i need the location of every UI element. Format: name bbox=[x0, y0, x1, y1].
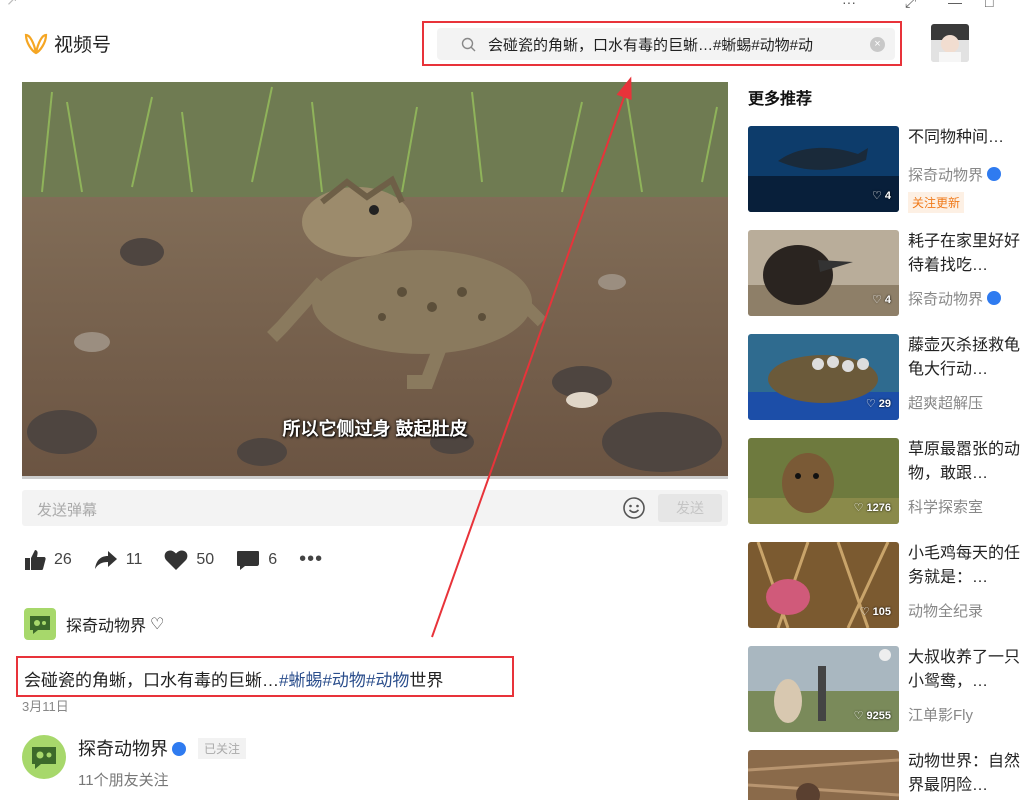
recommend-likes: ♡ 105 bbox=[859, 606, 891, 618]
recommend-item[interactable]: ♡ 9255 大叔收养了一只小鸳鸯，… 江单影Fly bbox=[748, 646, 1024, 732]
recommend-likes: ♡ 1276 bbox=[853, 502, 891, 514]
follow-update-badge: 关注更新 bbox=[908, 192, 965, 213]
video-player[interactable]: 所以它侧过身 鼓起肚皮 bbox=[22, 82, 728, 477]
verified-icon bbox=[172, 742, 186, 756]
share-arrow-icon bbox=[94, 550, 117, 569]
like-button[interactable]: 26 bbox=[24, 549, 72, 571]
send-danmu-button[interactable]: 发送 bbox=[658, 494, 722, 522]
recommend-author: 探奇动物界 bbox=[908, 164, 1002, 185]
menu-icon[interactable]: ··· bbox=[842, 0, 856, 10]
comment-icon bbox=[237, 550, 260, 570]
recommend-thumbnail: ♡ 105 bbox=[748, 542, 899, 628]
recommend-thumbnail: ♡ 1276 bbox=[748, 438, 899, 524]
danmu-input[interactable]: 发送弹幕 bbox=[37, 499, 97, 520]
recommend-thumbnail: ♡ 9255 bbox=[748, 646, 899, 732]
minimize-icon[interactable]: — bbox=[948, 0, 962, 10]
comment-count: 6 bbox=[268, 550, 278, 568]
recommend-title-text: 大叔收养了一只小鸳鸯，… bbox=[908, 649, 1021, 690]
recommend-author: 动物全纪录 bbox=[908, 603, 984, 620]
app-logo[interactable]: 视频号 bbox=[24, 30, 111, 57]
recommend-likes: ♡ 4 bbox=[871, 190, 891, 202]
recommend-title-text: 耗子在家里好好待着找吃… bbox=[908, 233, 1021, 274]
fullscreen-icon[interactable]: ⤢ bbox=[905, 0, 916, 11]
post-date: 3月11日 bbox=[22, 699, 69, 714]
recommend-author: 超爽超解压 bbox=[908, 395, 984, 412]
recommend-title-text: 藤壶灭杀拯救龟龟大行动… bbox=[908, 337, 1021, 378]
recommend-item[interactable]: 动物世界：自然界最阴险… bbox=[748, 750, 1024, 800]
author-row[interactable]: 探奇动物界 ♡ bbox=[24, 608, 164, 640]
maximize-icon[interactable]: □ bbox=[985, 0, 993, 10]
heart-icon bbox=[165, 549, 188, 570]
emoji-icon[interactable] bbox=[622, 496, 646, 520]
recommend-title-text: 草原最嚣张的动物，敢跟… bbox=[908, 441, 1021, 482]
favorite-button[interactable]: 50 bbox=[164, 549, 214, 571]
recommend-likes: ♡ 4 bbox=[871, 294, 891, 306]
video-subtitle: 所以它侧过身 鼓起肚皮 bbox=[282, 419, 468, 439]
recommend-title: 更多推荐 bbox=[748, 91, 813, 108]
followed-button[interactable]: 已关注 bbox=[198, 738, 247, 759]
author-avatar-icon bbox=[24, 608, 56, 640]
recommend-title-text: 动物世界：自然界最阴险… bbox=[908, 753, 1021, 794]
recommend-thumbnail: ♡ 4 bbox=[748, 126, 899, 212]
description-text: 会碰瓷的角蜥，口水有毒的巨蜥… bbox=[24, 671, 279, 690]
favorite-count: 50 bbox=[196, 550, 215, 568]
recommend-title-text: 小毛鸡每天的任务就是：… bbox=[908, 545, 1021, 586]
more-options-icon[interactable]: ••• bbox=[299, 548, 323, 571]
comment-button[interactable]: 6 bbox=[236, 549, 277, 571]
recommend-item[interactable]: ♡ 4 耗子在家里好好待着找吃… 探奇动物界 bbox=[748, 230, 1024, 316]
share-count: 11 bbox=[125, 550, 143, 568]
user-avatar[interactable] bbox=[931, 24, 969, 62]
verified-icon bbox=[987, 167, 1002, 181]
like-count: 26 bbox=[54, 550, 72, 568]
recommend-author: 科学探索室 bbox=[908, 499, 984, 516]
search-highlight-box bbox=[422, 21, 902, 66]
recommend-item[interactable]: ♡ 1276 草原最嚣张的动物，敢跟… 科学探索室 bbox=[748, 438, 1024, 524]
avatar-image bbox=[931, 24, 969, 62]
danmu-bar: 发送弹幕 发送 bbox=[22, 490, 728, 526]
recommend-likes: ♡ 29 bbox=[865, 398, 891, 410]
hashtag-animal-world[interactable]: #动物 bbox=[366, 671, 409, 690]
recommend-likes: ♡ 9255 bbox=[853, 710, 891, 722]
author-card-avatar bbox=[22, 735, 66, 779]
author-card[interactable]: 探奇动物界 已关注 11个朋友关注 bbox=[22, 735, 247, 790]
recommend-title-text: 不同物种间… bbox=[908, 129, 1005, 146]
author-card-name[interactable]: 探奇动物界 bbox=[78, 739, 168, 759]
heart-outline-icon[interactable]: ♡ bbox=[150, 614, 164, 634]
action-bar: 26 11 50 6 ••• bbox=[24, 548, 323, 571]
hashtag-animal[interactable]: #动物 bbox=[322, 671, 365, 690]
recommend-item[interactable]: ♡ 105 小毛鸡每天的任务就是：… 动物全纪录 bbox=[748, 542, 1024, 628]
hashtag-lizard[interactable]: #蜥蜴 bbox=[279, 671, 322, 690]
thumbs-up-icon bbox=[25, 549, 46, 570]
recommend-thumbnail: ♡ 29 bbox=[748, 334, 899, 420]
recommend-item[interactable]: ♡ 4 不同物种间… 探奇动物界 关注更新 bbox=[748, 126, 1024, 213]
verified-icon bbox=[987, 291, 1002, 305]
video-progress-bar[interactable] bbox=[22, 476, 728, 479]
window-titlebar: ↗ ··· ⤢ — □ bbox=[0, 0, 1024, 10]
share-button[interactable]: 11 bbox=[94, 549, 143, 571]
description-suffix: 世界 bbox=[409, 671, 444, 690]
channels-logo-icon bbox=[24, 33, 48, 54]
back-arrow-icon[interactable]: ↗ bbox=[6, 0, 18, 9]
friends-follow-text: 11个朋友关注 bbox=[78, 772, 169, 789]
recommend-thumbnail: ♡ 4 bbox=[748, 230, 899, 316]
recommend-thumbnail bbox=[748, 750, 899, 800]
video-description: 会碰瓷的角蜥，口水有毒的巨蜥…#蜥蜴#动物#动物世界 bbox=[24, 666, 443, 691]
app-name: 视频号 bbox=[54, 35, 112, 56]
recommend-author: 江单影Fly bbox=[908, 707, 973, 724]
recommend-author: 探奇动物界 bbox=[908, 288, 1002, 309]
recommend-item[interactable]: ♡ 29 藤壶灭杀拯救龟龟大行动… 超爽超解压 bbox=[748, 334, 1024, 420]
author-name[interactable]: 探奇动物界 bbox=[66, 612, 146, 636]
